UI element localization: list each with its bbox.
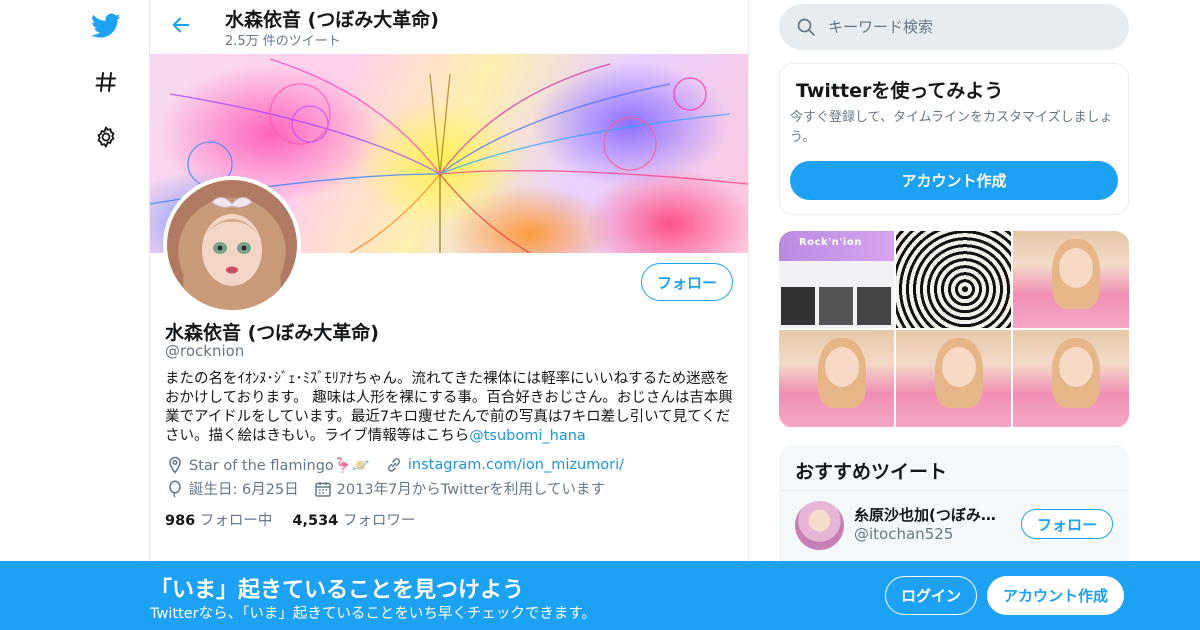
media-grid: Rock'n'ion	[779, 231, 1129, 428]
link-icon	[384, 456, 404, 474]
website-link[interactable]: instagram.com/ion_mizumori/	[408, 457, 624, 473]
follow-button[interactable]: フォロー	[641, 263, 733, 301]
following-label: フォロー中	[199, 513, 273, 529]
profile-avatar[interactable]	[163, 176, 301, 314]
media-tile[interactable]	[1013, 330, 1129, 427]
signup-button[interactable]: アカウント作成	[987, 576, 1124, 615]
page: 水森依音 (つぼみ大革命) 2.5万 件のツイート フォロー 水森依音 (つぼみ…	[0, 0, 1200, 630]
profile-meta-row-2: 誕生日: 6月25日 2013年7月からTwitterを利用しています	[165, 478, 619, 499]
recommended-tweets: おすすめツイート 糸原沙也加(つぼみ大革命) @itochan525 フォロー	[779, 445, 1129, 575]
search-bar[interactable]	[779, 4, 1129, 50]
calendar-icon	[313, 480, 333, 498]
recommended-user-name[interactable]: 糸原沙也加(つぼみ大革命)	[854, 504, 1010, 525]
settings-button[interactable]	[88, 119, 124, 155]
gear-icon	[97, 126, 115, 148]
bottom-bar-title: 「いま」起きていることを見つけよう	[150, 578, 525, 603]
following-count: 986	[165, 513, 196, 529]
avatar[interactable]	[795, 501, 844, 550]
followers-stat[interactable]: 4,534 フォロワー	[292, 509, 415, 530]
search-input[interactable]	[828, 18, 1108, 36]
back-button[interactable]	[166, 10, 196, 40]
hashtag-explore-icon	[95, 72, 116, 92]
header-title: 水森依音 (つぼみ大革命)	[225, 9, 439, 31]
profile-header: 水森依音 (つぼみ大革命) 2.5万 件のツイート	[150, 0, 748, 53]
profile-stats: 986 フォロー中 4,534 フォロワー	[165, 509, 435, 530]
location-pin-icon	[165, 456, 185, 474]
media-tile[interactable]	[896, 330, 1011, 427]
media-photo	[781, 287, 815, 325]
explore-button[interactable]	[88, 64, 124, 100]
followers-label: フォロワー	[342, 513, 416, 529]
location: Star of the flamingo🦩🪐	[165, 456, 370, 474]
login-button[interactable]: ログイン	[885, 576, 977, 615]
create-account-button[interactable]: アカウント作成	[790, 161, 1118, 200]
avatar-portrait	[183, 197, 281, 310]
media-tile[interactable]	[779, 330, 894, 427]
bottom-signup-bar: 「いま」起きていることを見つけよう Twitterなら、「いま」起きていることを…	[0, 561, 1200, 630]
website[interactable]: instagram.com/ion_mizumori/	[384, 456, 624, 474]
media-tile[interactable]	[1013, 231, 1129, 328]
media-tile[interactable]	[896, 231, 1011, 328]
media-tile-header: Rock'n'ion	[779, 231, 894, 261]
signup-card: Twitterを使ってみよう 今すぐ登録して、タイムラインをカスタマイズしましょ…	[779, 63, 1129, 215]
search-icon	[796, 17, 816, 37]
join-date-text: 2013年7月からTwitterを利用しています	[336, 482, 605, 498]
location-text: Star of the flamingo🦩🪐	[189, 457, 370, 474]
recommended-user-handle: @itochan525	[854, 525, 954, 543]
followers-count: 4,534	[292, 513, 339, 529]
birthday-text: 誕生日: 6月25日	[189, 482, 299, 498]
left-nav	[80, 0, 132, 630]
join-date: 2013年7月からTwitterを利用しています	[313, 478, 605, 499]
twitter-bird-icon	[91, 13, 121, 38]
bio-text: またの名をｲｵﾝﾇ･ｼﾞｪ･ﾐｽﾞﾓﾘｱﾅちゃん。流れてきた裸体には軽率にいいね…	[165, 371, 733, 444]
signup-card-description: 今すぐ登録して、タイムラインをカスタマイズしましょう。	[790, 110, 1113, 145]
recommended-title: おすすめツイート	[795, 461, 948, 483]
birthday: 誕生日: 6月25日	[165, 478, 299, 499]
bio-mention-link[interactable]: @tsubomi_hana	[469, 428, 586, 444]
divider	[779, 490, 1129, 491]
twitter-logo-button[interactable]	[88, 8, 124, 44]
profile-bio: またの名をｲｵﾝﾇ･ｼﾞｪ･ﾐｽﾞﾓﾘｱﾅちゃん。流れてきた裸体には軽率にいいね…	[165, 370, 740, 446]
media-photo	[819, 287, 853, 325]
profile-meta-row-1: Star of the flamingo🦩🪐 instagram.com/ion…	[165, 456, 638, 474]
media-tile-text: Rock'n'ion	[799, 237, 862, 248]
profile-column: 水森依音 (つぼみ大革命) 2.5万 件のツイート フォロー 水森依音 (つぼみ…	[149, 0, 749, 630]
balloon-icon	[165, 479, 185, 498]
profile-handle: @rocknion	[165, 342, 245, 360]
signup-card-title: Twitterを使ってみよう	[796, 80, 1004, 102]
media-photo	[857, 287, 891, 325]
arrow-left-icon	[172, 17, 190, 33]
profile-name: 水森依音 (つぼみ大革命)	[165, 322, 379, 344]
recommended-follow-button[interactable]: フォロー	[1021, 509, 1113, 539]
media-tile[interactable]: Rock'n'ion	[779, 231, 894, 328]
tweet-count: 2.5万 件のツイート	[225, 34, 341, 49]
bottom-bar-subtitle: Twitterなら、「いま」起きていることをいち早くチェックできます。	[150, 606, 596, 622]
following-stat[interactable]: 986 フォロー中	[165, 509, 272, 530]
